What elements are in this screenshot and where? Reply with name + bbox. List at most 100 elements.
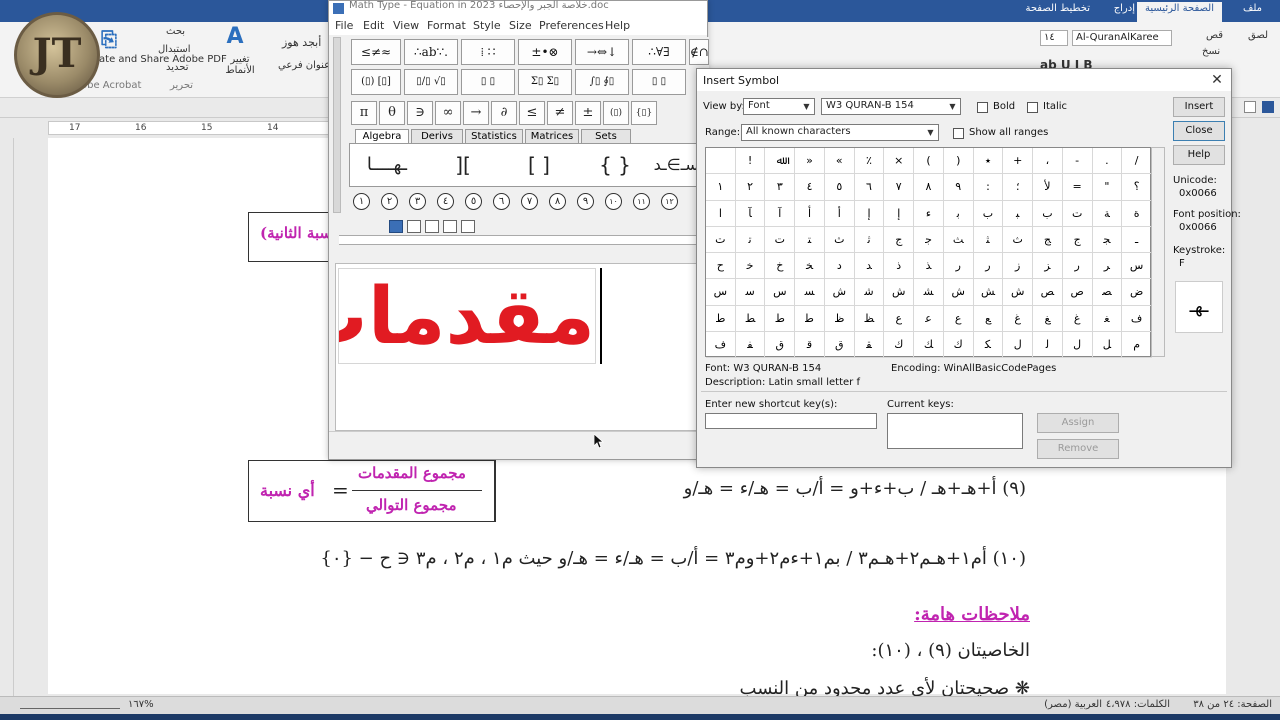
symbol-cell[interactable]: ﺶ (973, 279, 1004, 306)
symbol-leq[interactable]: ≤ (519, 101, 545, 125)
symbol-cell[interactable]: ؟ (1122, 174, 1152, 201)
change-styles-button[interactable]: تغيير الأنماط (222, 54, 258, 76)
symbol-cell[interactable]: ﻗ (795, 331, 825, 358)
symbol-cell[interactable]: ﻎ (1033, 305, 1063, 332)
symbol-cell[interactable]: = (1062, 174, 1093, 201)
zoom-level[interactable]: ١٦٧% (128, 699, 154, 710)
symbol-cell[interactable]: س (765, 279, 796, 306)
symbol-cell[interactable]: ٧ (884, 174, 915, 201)
palette-sets[interactable]: ∉∩⊂ (689, 39, 709, 65)
find-button[interactable]: بحث (166, 26, 185, 37)
symbol-cell[interactable]: ض (1122, 279, 1152, 306)
palette-scripts[interactable]: ▯ ▯ (461, 69, 515, 95)
symbol-cell[interactable]: غ (1062, 305, 1093, 332)
menu-style[interactable]: Style (473, 19, 501, 32)
font-size-box[interactable]: ١٤ (1040, 30, 1068, 46)
symbol-cell[interactable]: ج (1062, 226, 1093, 253)
symbol-cell[interactable]: ٤ (795, 174, 825, 201)
symbol-cell[interactable]: ﺃ (795, 200, 825, 227)
symbol-cell[interactable]: ﺟ (914, 226, 944, 253)
symbol-cell[interactable]: ٥ (824, 174, 855, 201)
symbol-cell[interactable]: ﺸ (914, 279, 944, 306)
symbol-cell[interactable]: ١ (706, 174, 736, 201)
symbol-cell[interactable]: ﺧ (735, 253, 766, 280)
symbol-cell[interactable]: ﻐ (1092, 305, 1123, 332)
symbol-cell[interactable]: ٣ (765, 174, 796, 201)
template-3[interactable]: [ ] (504, 146, 574, 184)
circled-7[interactable]: ٧ (521, 193, 538, 210)
symbol-cell[interactable]: ق (765, 331, 796, 358)
symbol-cell[interactable]: ﻚ (914, 331, 944, 358)
symbol-cell[interactable]: ﺷ (854, 279, 885, 306)
symbol-cell[interactable]: ف (706, 331, 736, 358)
symbol-cell[interactable]: ل (1062, 331, 1093, 358)
symbol-cell[interactable]: ﺠ (1092, 226, 1123, 253)
menu-preferences[interactable]: Preferences (539, 19, 604, 32)
symbol-cell[interactable]: ﻘ (854, 331, 885, 358)
symbol-cell[interactable]: ﻊ (973, 305, 1004, 332)
symbol-cell[interactable]: ز (1003, 253, 1034, 280)
symbol-cell[interactable]: ﻃ (795, 305, 825, 332)
shortcut-input[interactable] (705, 413, 877, 429)
symbol-cell[interactable]: ك (884, 331, 915, 358)
symbol-cell[interactable]: + (1003, 148, 1034, 175)
symbol-cell[interactable]: ) (943, 148, 974, 175)
current-keys-list[interactable] (887, 413, 1023, 449)
menu-format[interactable]: Format (427, 19, 466, 32)
paste-button[interactable]: لصق (1248, 30, 1268, 41)
symbol-cell[interactable]: ﺵ (943, 279, 974, 306)
circled-12[interactable]: ١٢ (661, 193, 678, 210)
symbol-cell[interactable]: ع (943, 305, 974, 332)
symbol-cell[interactable]: ة (1122, 200, 1152, 227)
palette-sums[interactable]: Σ▯ Σ▯ (518, 69, 572, 95)
circled-8[interactable]: ٨ (549, 193, 566, 210)
symbol-cell[interactable]: إ (884, 200, 915, 227)
symbol-cell[interactable]: - (1062, 148, 1093, 175)
symbol-cell[interactable]: ـ (1122, 226, 1152, 253)
symbol-cell[interactable]: ك (943, 331, 974, 358)
symbol-cell[interactable]: ت (706, 226, 736, 253)
symbol-neq[interactable]: ≠ (547, 101, 573, 125)
symbol-cell[interactable]: ر (943, 253, 974, 280)
insert-button[interactable]: Insert (1173, 97, 1225, 117)
symbol-cell[interactable] (706, 148, 736, 175)
palette-integrals[interactable]: ∫▯ ∮▯ (575, 69, 629, 95)
symbol-cell[interactable]: ٢ (735, 174, 766, 201)
tab-stop-decimal[interactable] (461, 220, 475, 233)
palette-fractions[interactable]: ▯/▯ √▯ (404, 69, 458, 95)
menu-size[interactable]: Size (509, 19, 532, 32)
symbol-cell[interactable]: ق (824, 331, 855, 358)
symbol-cell[interactable]: ﺮ (1092, 253, 1123, 280)
cut-button[interactable]: قص (1206, 30, 1223, 41)
italic-checkbox[interactable] (1027, 102, 1038, 113)
symbol-cell[interactable]: ﺗ (735, 226, 766, 253)
replace-button[interactable]: استبدال (158, 44, 191, 55)
copy-button[interactable]: نسخ (1202, 46, 1220, 57)
font-name-box[interactable]: Al-QuranAlKaree (1072, 30, 1172, 46)
symbol-cell[interactable]: ﻜ (973, 331, 1004, 358)
symbol-cell[interactable]: ﺭ (973, 253, 1004, 280)
range-select[interactable]: All known characters ▼ (741, 124, 939, 141)
symbol-cell[interactable]: ل (1003, 331, 1034, 358)
symbol-grid-scrollbar[interactable] (1151, 147, 1165, 357)
symbol-cell[interactable]: » (795, 148, 825, 175)
palette-arrows[interactable]: →⇔↓ (575, 39, 629, 65)
symbol-cell[interactable]: ﺔ (1092, 200, 1123, 227)
symbol-cell[interactable]: ﻟ (1033, 331, 1063, 358)
palette-operators[interactable]: ±•⊗ (518, 39, 572, 65)
remove-button[interactable]: Remove (1037, 439, 1119, 459)
tab-page-layout[interactable]: تخطيط الصفحة (1025, 3, 1090, 14)
symbol-cell[interactable]: خ (765, 253, 796, 280)
language[interactable]: العربية (مصر) (1044, 699, 1102, 710)
symbol-cell[interactable]: / (1122, 148, 1152, 175)
symbol-parens[interactable]: (▯) (603, 101, 629, 125)
symbol-cell[interactable]: ح (706, 253, 736, 280)
assign-button[interactable]: Assign (1037, 413, 1119, 433)
close-icon[interactable]: ✕ (1209, 72, 1225, 88)
help-button[interactable]: Help (1173, 145, 1225, 165)
tab-stop-right[interactable] (425, 220, 439, 233)
symbol-cell[interactable]: ط (706, 305, 736, 332)
template-4[interactable]: { } (580, 146, 650, 184)
symbol-arrow[interactable]: → (463, 101, 489, 125)
symbol-cell[interactable]: ش (824, 279, 855, 306)
